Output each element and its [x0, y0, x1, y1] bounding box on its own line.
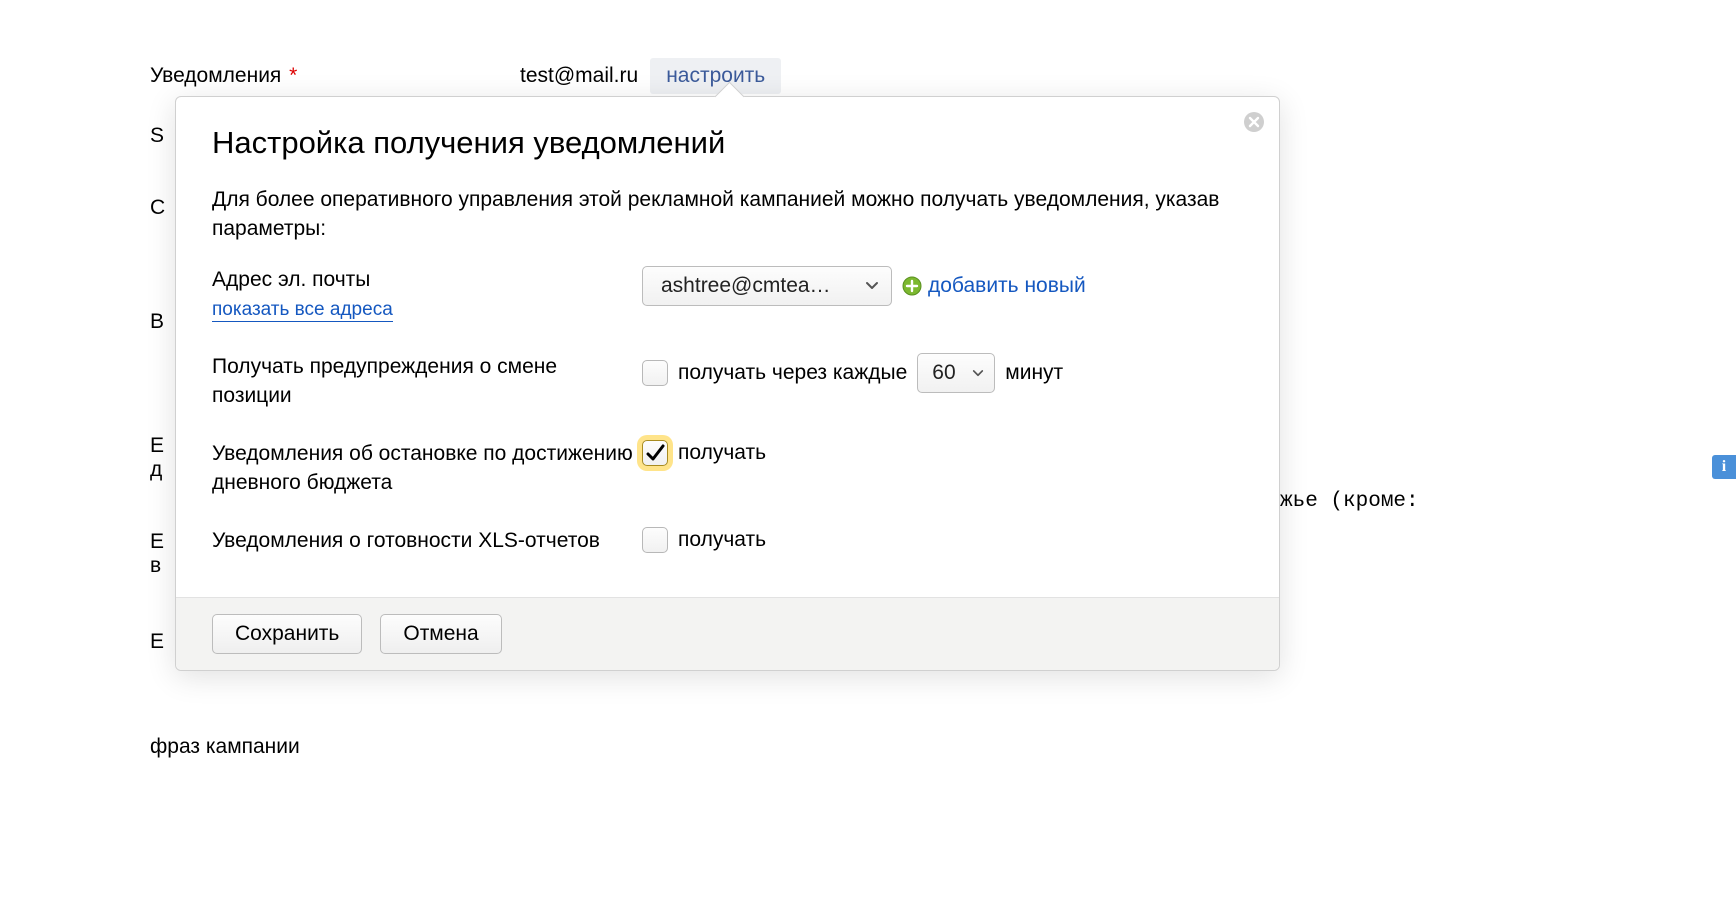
info-icon: i [1722, 458, 1726, 476]
chevron-down-icon [865, 281, 879, 291]
popup-description: Для более оперативного управления этой р… [212, 185, 1243, 244]
email-label: Адрес эл. почты [212, 266, 642, 294]
budget-checkbox[interactable] [642, 440, 668, 466]
popup-footer: Сохранить Отмена [176, 597, 1279, 670]
save-button[interactable]: Сохранить [212, 614, 362, 654]
xls-controls: получать [642, 527, 766, 553]
email-select-value: ashtree@cmtea… [661, 274, 831, 298]
position-warning-row: Получать предупреждения о смене позиции … [212, 353, 1243, 410]
interval-unit: минут [1005, 361, 1063, 385]
close-icon [1243, 111, 1265, 133]
notifications-email: test@mail.ru [520, 64, 638, 88]
popup-body: Настройка получения уведомлений Для боле… [176, 97, 1279, 597]
notifications-row: Уведомления * test@mail.ru настроить [150, 50, 1550, 102]
notifications-label: Уведомления * [150, 64, 520, 88]
email-row: Адрес эл. почты показать все адреса asht… [212, 266, 1243, 324]
interval-value: 60 [932, 361, 955, 385]
popup-title: Настройка получения уведомлений [212, 125, 1243, 161]
info-tab[interactable]: i [1712, 455, 1736, 479]
budget-checkbox-label: получать [678, 441, 766, 465]
show-all-addresses-link[interactable]: показать все адреса [212, 300, 393, 322]
close-button[interactable] [1243, 111, 1265, 133]
add-new-email-link[interactable]: добавить новый [902, 274, 1086, 298]
xls-label: Уведомления о готовности XLS-отчетов [212, 527, 642, 555]
budget-stop-row: Уведомления об остановке по достижению д… [212, 440, 1243, 497]
position-checkbox[interactable] [642, 360, 668, 386]
xls-reports-row: Уведомления о готовности XLS-отчетов пол… [212, 527, 1243, 555]
configure-button[interactable]: настроить [650, 58, 781, 94]
email-controls: ashtree@cmtea… добавить новый [642, 266, 1086, 306]
interval-select[interactable]: 60 [917, 353, 995, 393]
position-controls: получать через каждые 60 минут [642, 353, 1063, 393]
xls-checkbox[interactable] [642, 527, 668, 553]
email-select[interactable]: ashtree@cmtea… [642, 266, 892, 306]
xls-checkbox-label: получать [678, 528, 766, 552]
position-label: Получать предупреждения о смене позиции [212, 353, 642, 410]
bg-phrase-text: фраз кампании [150, 735, 300, 759]
position-checkbox-label: получать через каждые [678, 361, 907, 385]
bg-tail-text: жье (кроме: [1280, 490, 1419, 513]
required-star: * [289, 64, 297, 87]
budget-label: Уведомления об остановке по достижению д… [212, 440, 642, 497]
chevron-down-icon [972, 369, 984, 378]
notifications-label-text: Уведомления [150, 64, 281, 87]
budget-controls: получать [642, 440, 766, 466]
plus-icon [902, 276, 922, 296]
add-new-label: добавить новый [928, 274, 1086, 298]
cancel-button[interactable]: Отмена [380, 614, 501, 654]
notification-settings-popup: Настройка получения уведомлений Для боле… [175, 96, 1280, 671]
email-label-col: Адрес эл. почты показать все адреса [212, 266, 642, 324]
